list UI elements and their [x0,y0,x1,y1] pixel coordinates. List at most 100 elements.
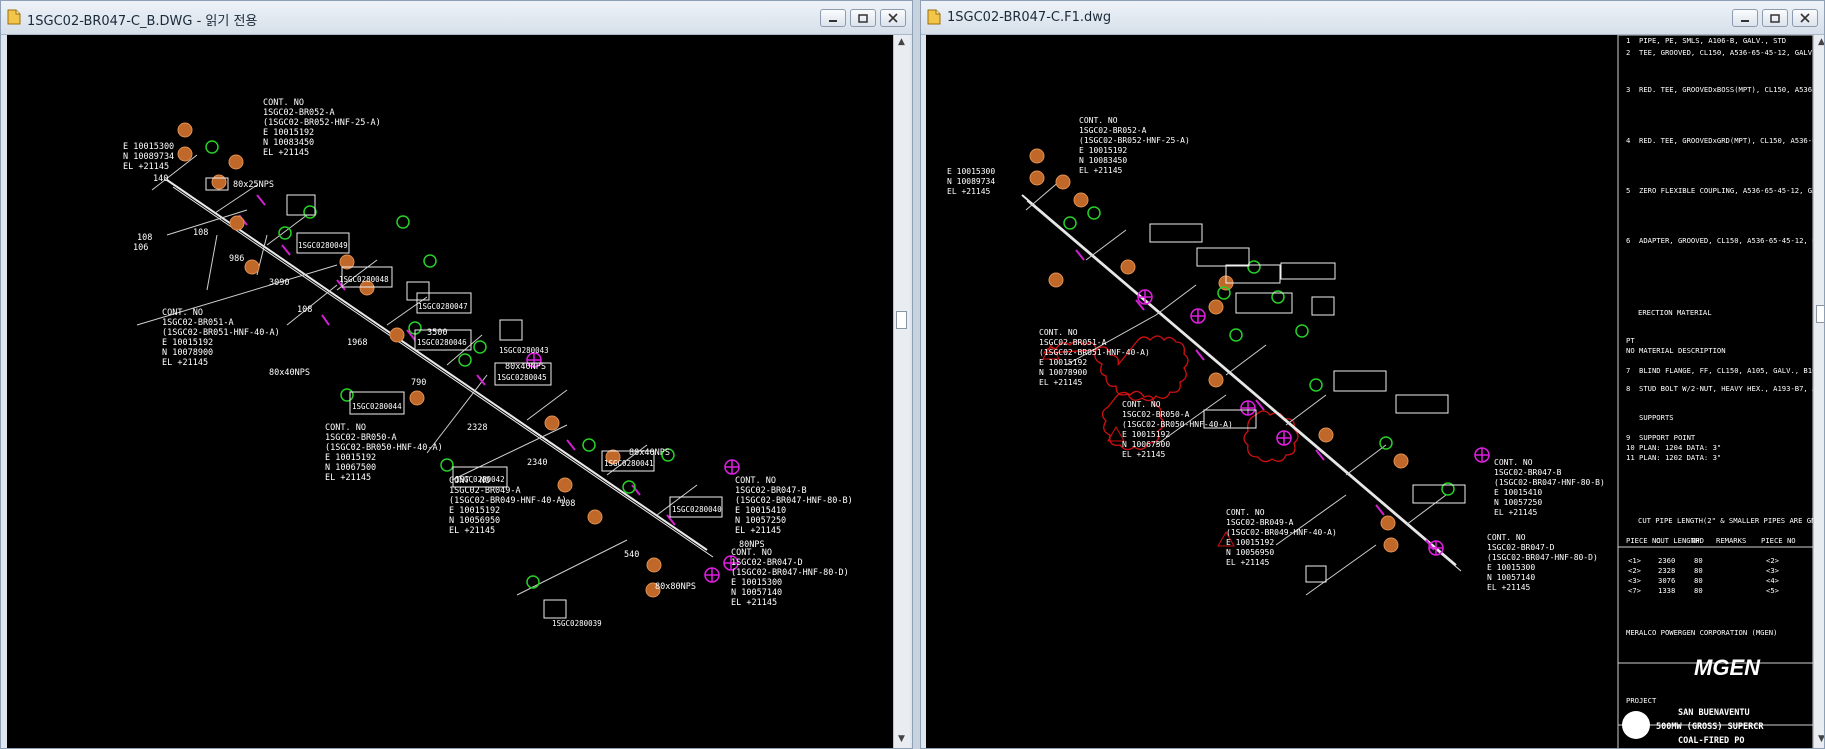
svg-text:ADAPTER, GROOVED, CL150, A536-: ADAPTER, GROOVED, CL150, A536-65-45-12, … [1639,236,1813,245]
svg-text:E 10015192: E 10015192 [1226,538,1274,547]
coord-el: EL +21145 [123,162,169,172]
svg-text:500MW (GROSS) SUPERCR: 500MW (GROSS) SUPERCR [1656,722,1764,732]
svg-text:9: 9 [1626,433,1630,442]
svg-text:1338: 1338 [1658,586,1675,595]
svg-text:N 10078900: N 10078900 [162,348,213,358]
svg-text:E 10015192: E 10015192 [1122,430,1170,439]
svg-text:1SGC02-BR051-A: 1SGC02-BR051-A [162,318,234,328]
svg-text:(1SGC02-BR047-HNF-80-B): (1SGC02-BR047-HNF-80-B) [735,496,853,506]
svg-text:1SGC02-BR047-D: 1SGC02-BR047-D [1487,543,1555,552]
left-cad-window[interactable]: 1SGC02-BR047-C_B.DWG - 읽기 전용 E 10015300 … [0,0,913,749]
svg-text:80x40NPS: 80x40NPS [505,362,546,372]
svg-text:PIPE, PE, SMLS, A106-B, GALV.,: PIPE, PE, SMLS, A106-B, GALV., STD [1639,36,1786,45]
svg-text:108: 108 [193,228,208,238]
scroll-thumb[interactable] [896,311,907,329]
svg-text:80: 80 [1694,576,1703,585]
svg-text:E 10015192: E 10015192 [449,506,500,516]
coord-e: E 10015300 [123,142,174,152]
svg-text:6: 6 [1626,236,1630,245]
svg-text:1SGC0280043: 1SGC0280043 [499,346,549,355]
svg-text:CONT. NO: CONT. NO [1494,458,1533,467]
minimize-button[interactable] [820,9,846,27]
svg-text:80: 80 [1694,556,1703,565]
svg-text:EL +21145: EL +21145 [263,148,309,158]
close-button[interactable] [880,9,906,27]
scroll-thumb[interactable] [1816,305,1824,323]
left-titlebar[interactable]: 1SGC02-BR047-C_B.DWG - 읽기 전용 [1,1,912,35]
svg-text:1SGC0280042: 1SGC0280042 [455,475,505,484]
svg-text:E 10015410: E 10015410 [1494,488,1542,497]
minimize-button[interactable] [1732,9,1758,27]
svg-text:N 10057140: N 10057140 [1487,573,1535,582]
right-drawing-canvas[interactable]: E 10015300 N 10089734 EL +21145 CONT. NO… [926,35,1813,748]
svg-text:986: 986 [229,254,244,264]
scroll-down-arrow-icon[interactable]: ▼ [897,735,906,744]
svg-text:E 10015192: E 10015192 [162,338,213,348]
svg-text:790: 790 [411,378,426,388]
left-window-title: 1SGC02-BR047-C_B.DWG - 읽기 전용 [27,14,258,29]
svg-text:(1SGC02-BR049-HNF-40-A): (1SGC02-BR049-HNF-40-A) [1226,528,1337,537]
svg-text:E 10015300: E 10015300 [1487,563,1535,572]
close-button[interactable] [1792,9,1818,27]
svg-text:CONT. NO: CONT. NO [325,423,366,433]
svg-text:NO: NO [1626,346,1635,355]
right-titlebar[interactable]: 1SGC02-BR047-C.F1.dwg [921,1,1824,35]
svg-text:11: 11 [1626,453,1635,462]
svg-text:1SGC02-BR052-A: 1SGC02-BR052-A [263,108,335,118]
svg-text:E 10015410: E 10015410 [735,506,786,516]
svg-text:108: 108 [137,233,152,243]
svg-text:E 10015300: E 10015300 [947,167,995,176]
svg-text:1SGC0280048: 1SGC0280048 [339,275,389,284]
svg-text:N 10057250: N 10057250 [1494,498,1542,507]
svg-text:PLAN: 1202 DATA: 3": PLAN: 1202 DATA: 3" [1639,453,1721,462]
svg-text:4: 4 [1626,136,1630,145]
svg-text:1: 1 [1626,36,1630,45]
svg-text:(1SGC02-BR047-HNF-80-D): (1SGC02-BR047-HNF-80-D) [731,568,849,578]
svg-text:(1SGC02-BR050-HNF-40-A): (1SGC02-BR050-HNF-40-A) [1122,420,1233,429]
maximize-button[interactable] [850,9,876,27]
svg-text:E 10015192: E 10015192 [325,453,376,463]
svg-text:COAL-FIRED PO: COAL-FIRED PO [1678,736,1745,746]
svg-text:EL +21145: EL +21145 [1039,378,1083,387]
svg-text:BLIND FLANGE, FF, CL150, A105,: BLIND FLANGE, FF, CL150, A105, GALV., B1… [1639,366,1813,375]
svg-text:SAN BUENAVENTU: SAN BUENAVENTU [1678,708,1750,718]
svg-text:2: 2 [1626,48,1630,57]
svg-text:CONT. NO: CONT. NO [1122,400,1161,409]
svg-text:RED. TEE, GROOVEDxBOSS(MPT), C: RED. TEE, GROOVEDxBOSS(MPT), CL150, A536… [1639,85,1813,94]
svg-text:<3>: <3> [1766,566,1780,575]
right-cad-window[interactable]: 1SGC02-BR047-C.F1.dwg E 10015300 N 10089… [920,0,1825,749]
svg-text:80x40NPS: 80x40NPS [629,448,670,458]
svg-text:140: 140 [153,174,168,184]
svg-text:540: 540 [624,550,639,560]
svg-text:EL +21145: EL +21145 [735,526,781,536]
svg-text:1SGC0280039: 1SGC0280039 [552,619,602,628]
svg-text:2360: 2360 [1658,556,1675,565]
svg-text:5: 5 [1626,186,1630,195]
svg-text:108: 108 [560,499,575,509]
scroll-up-arrow-icon[interactable]: ▲ [1817,38,1824,47]
svg-text:1SGC0280046: 1SGC0280046 [417,338,467,347]
svg-text:1SGC02-BR050-A: 1SGC02-BR050-A [1122,410,1190,419]
svg-text:SUPPORT POINT: SUPPORT POINT [1639,433,1696,442]
svg-text:1968: 1968 [347,338,367,348]
scroll-up-arrow-icon[interactable]: ▲ [897,38,906,47]
svg-text:(1SGC02-BR051-HNF-40-A): (1SGC02-BR051-HNF-40-A) [162,328,280,338]
svg-text:CONT. NO: CONT. NO [1226,508,1265,517]
left-vertical-scrollbar[interactable]: ▲ ▼ [893,35,910,748]
right-vertical-scrollbar[interactable]: ▲ ▼ [1813,35,1824,748]
svg-text:NPD: NPD [1691,536,1704,545]
left-drawing-canvas[interactable]: E 10015300 N 10089734 EL +21145 CONT. NO… [7,35,893,748]
svg-text:CUT PIPE LENGTH(2" & SMALLER P: CUT PIPE LENGTH(2" & SMALLER PIPES ARE G… [1638,516,1813,525]
maximize-button[interactable] [1762,9,1788,27]
svg-text:SUPPORTS: SUPPORTS [1639,413,1674,422]
scroll-down-arrow-icon[interactable]: ▼ [1817,735,1824,744]
svg-text:1SGC0280040: 1SGC0280040 [672,505,722,514]
svg-text:1SGC02-BR047-B: 1SGC02-BR047-B [735,486,807,496]
svg-text:RED. TEE, GROOVEDxGRD(MPT), CL: RED. TEE, GROOVEDxGRD(MPT), CL150, A536-… [1639,136,1813,145]
svg-text:EL +21145: EL +21145 [947,187,991,196]
svg-text:(1SGC02-BR049-HNF-40-A): (1SGC02-BR049-HNF-40-A) [449,496,567,506]
svg-text:CONT. NO: CONT. NO [263,98,304,108]
svg-text:10: 10 [1626,443,1635,452]
svg-text:<4>: <4> [1766,576,1780,585]
svg-text:3076: 3076 [1658,576,1675,585]
